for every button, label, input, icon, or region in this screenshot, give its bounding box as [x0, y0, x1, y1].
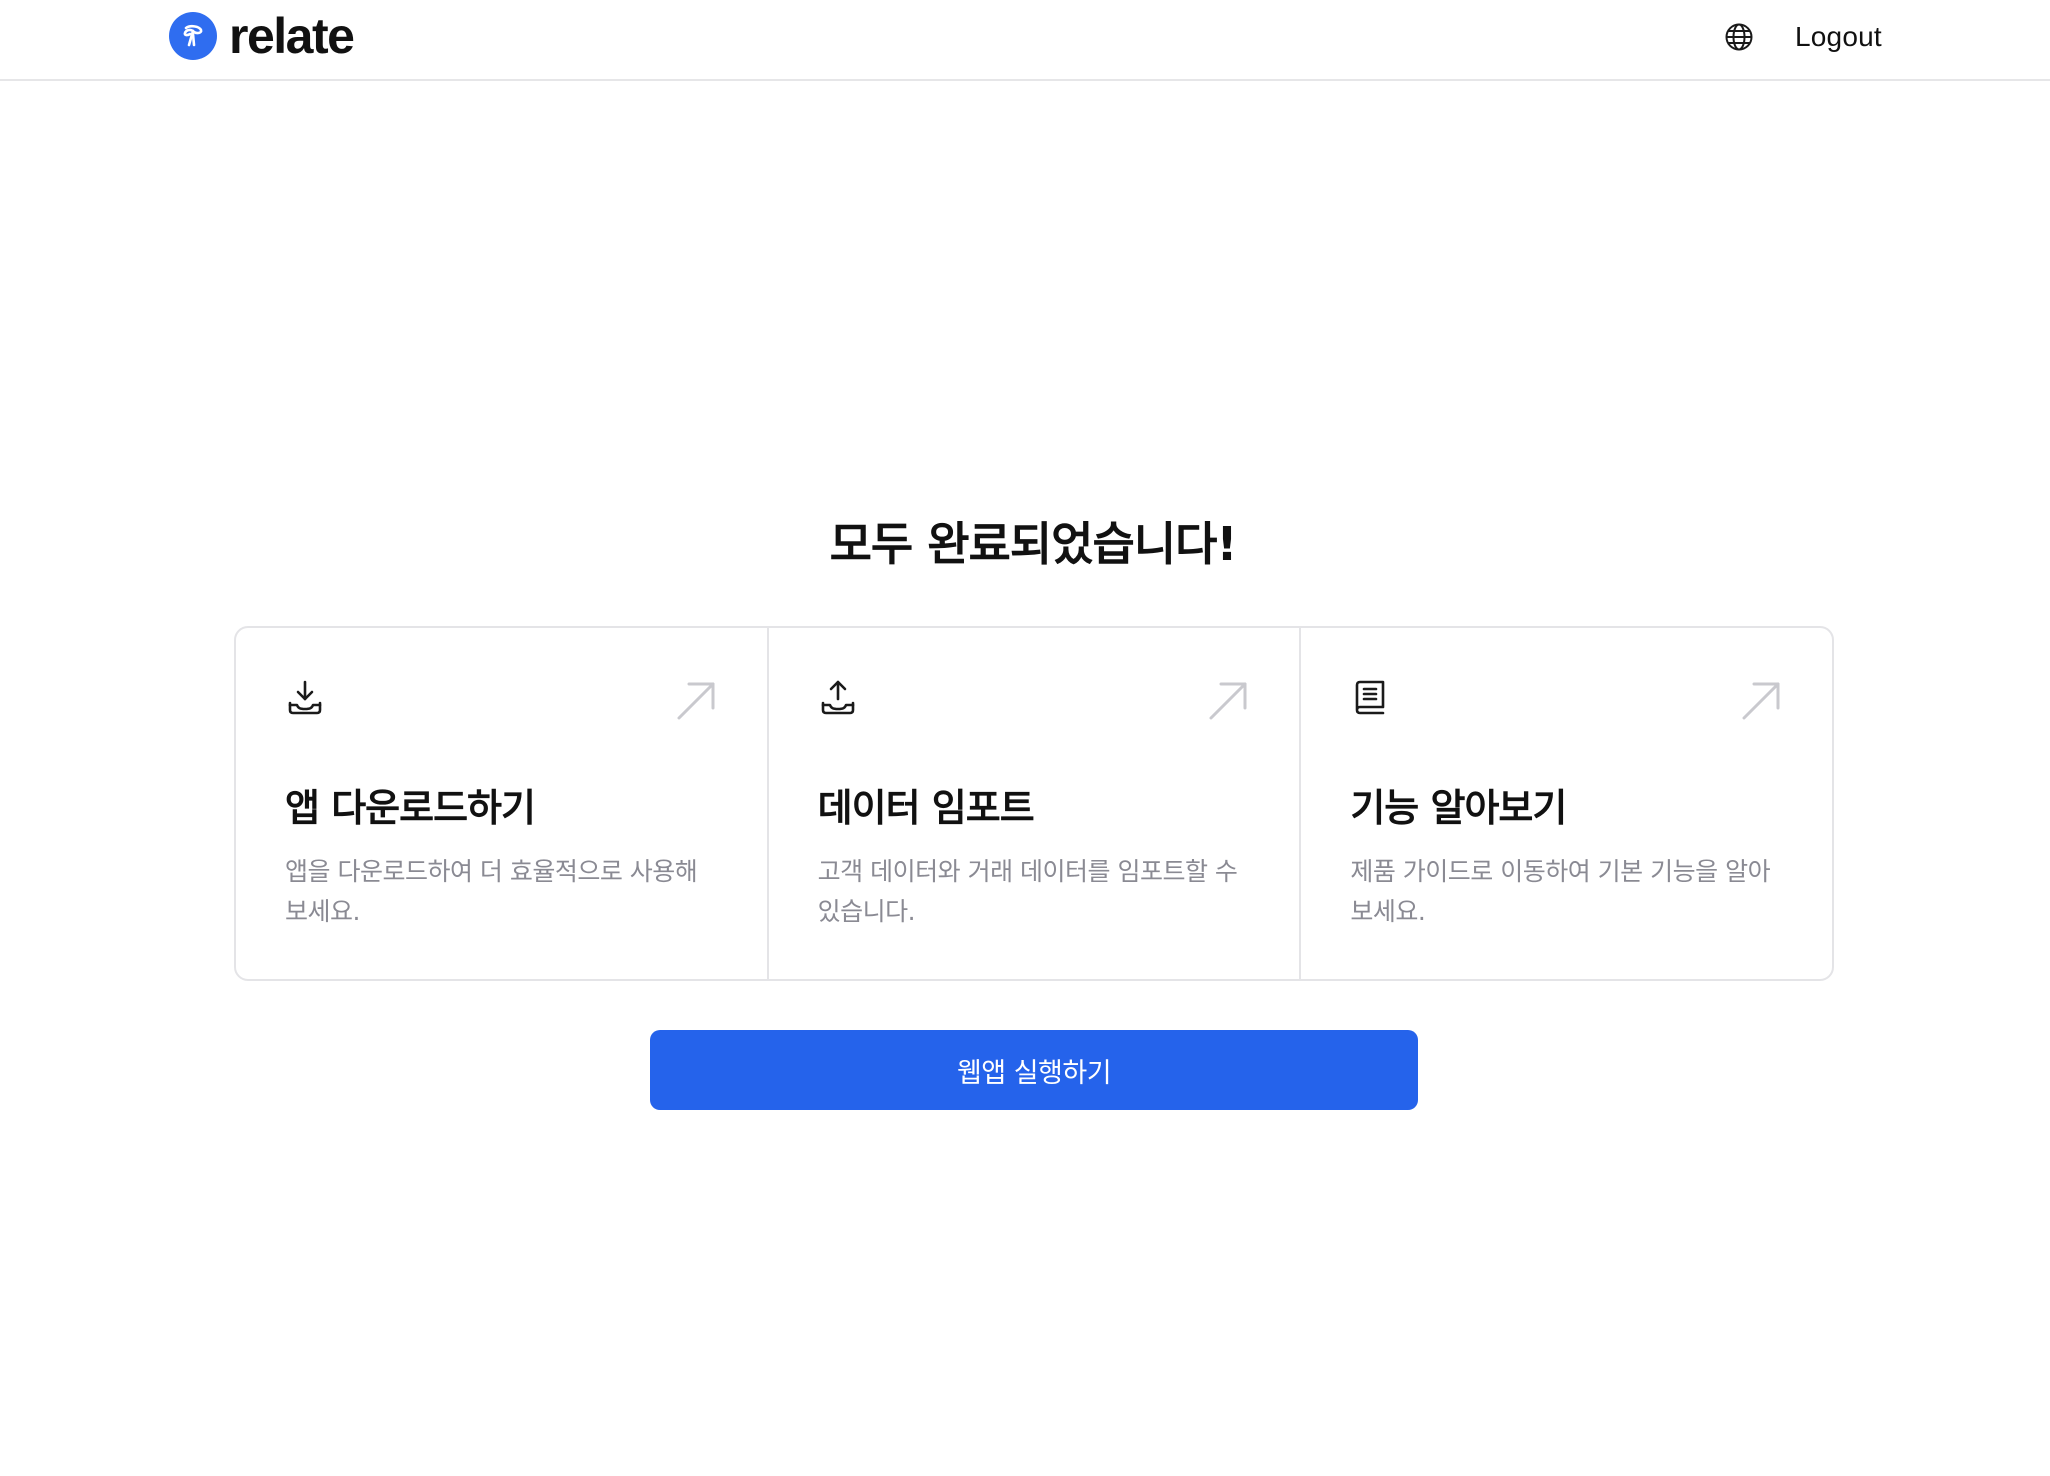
- arrow-up-right-icon: [1209, 682, 1247, 720]
- arrow-up-right-icon: [1742, 682, 1780, 720]
- page: relate Logout 모두 완료되었습니다! 앱 다운로드하기 앱을 다운…: [0, 0, 2050, 1476]
- language-button[interactable]: [1722, 20, 1756, 54]
- page-title: 모두 완료되었습니다!: [829, 517, 1238, 571]
- action-cards: 앱 다운로드하기 앱을 다운로드하여 더 효율적으로 사용해보세요. 데이터 임…: [234, 626, 1834, 981]
- top-header: relate Logout: [0, 0, 2050, 81]
- launch-webapp-button[interactable]: 웹앱 실행하기: [650, 1030, 1418, 1110]
- logo-text: relate: [229, 8, 355, 64]
- book-icon: [1350, 678, 1390, 718]
- globe-icon: [1725, 23, 1753, 51]
- card-title: 앱 다운로드하기: [285, 786, 536, 830]
- card-learn-features[interactable]: 기능 알아보기 제품 가이드로 이동하여 기본 기능을 알아보세요.: [1299, 628, 1832, 979]
- card-description: 제품 가이드로 이동하여 기본 기능을 알아보세요.: [1350, 857, 1771, 926]
- card-description: 앱을 다운로드하여 더 효율적으로 사용해보세요.: [285, 857, 698, 926]
- arrow-up-right-icon: [677, 682, 715, 720]
- card-description: 고객 데이터와 거래 데이터를 임포트할 수 있습니다.: [817, 857, 1238, 926]
- upload-icon: [818, 678, 858, 718]
- card-title: 데이터 임포트: [817, 786, 1035, 830]
- card-title: 기능 알아보기: [1350, 786, 1567, 830]
- logout-button[interactable]: Logout: [1795, 18, 1882, 56]
- card-data-import[interactable]: 데이터 임포트 고객 데이터와 거래 데이터를 임포트할 수 있습니다.: [766, 628, 1300, 979]
- download-icon: [285, 678, 325, 718]
- logo-link[interactable]: relate: [169, 8, 355, 64]
- relate-logo-icon: [169, 12, 217, 60]
- card-download-app[interactable]: 앱 다운로드하기 앱을 다운로드하여 더 효율적으로 사용해보세요.: [236, 628, 767, 979]
